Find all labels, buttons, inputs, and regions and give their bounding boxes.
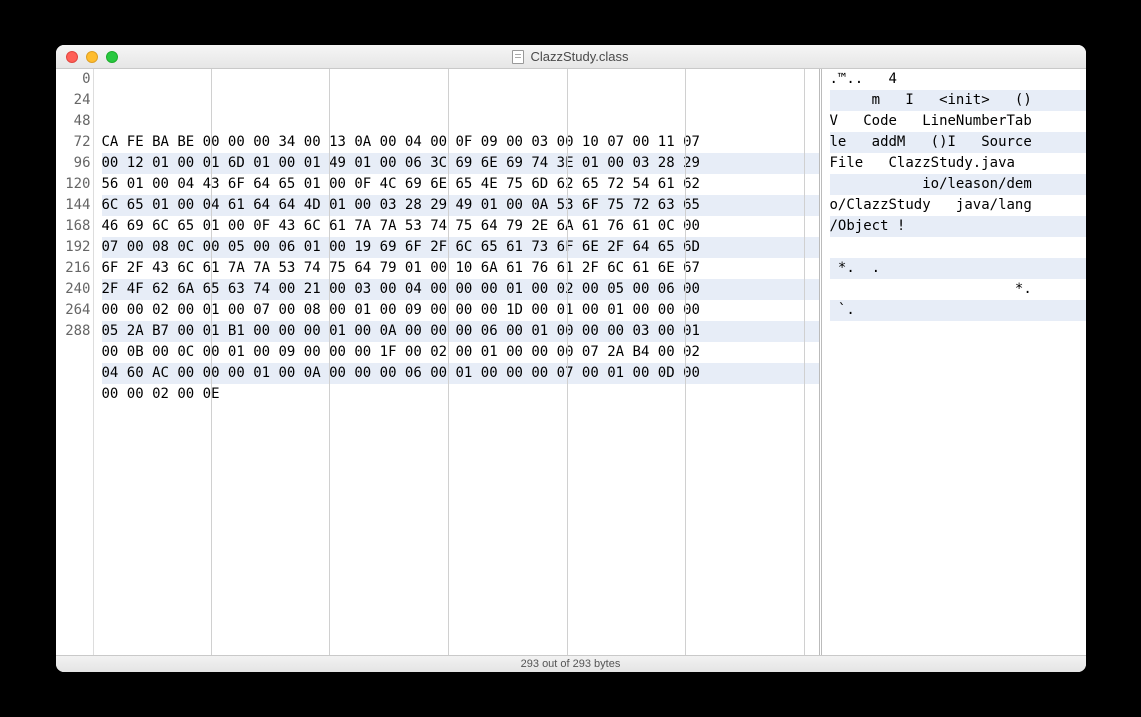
status-bar: 293 out of 293 bytes xyxy=(56,655,1086,672)
offset-column: 024487296120144168192216240264288 xyxy=(56,69,94,655)
hex-row[interactable]: 6C 65 01 00 04 61 64 64 4D 01 00 03 28 2… xyxy=(102,195,819,216)
hex-row[interactable]: 00 00 02 00 0E xyxy=(102,384,819,405)
offset-cell: 0 xyxy=(56,69,93,90)
status-text: 293 out of 293 bytes xyxy=(521,658,621,670)
ascii-column[interactable]: .™.. 4 m I <init> ()V Code LineNumberTab… xyxy=(819,69,1086,655)
offset-cell: 24 xyxy=(56,90,93,111)
document-icon xyxy=(512,50,524,64)
offset-cell: 288 xyxy=(56,321,93,342)
hex-row[interactable]: 00 00 02 00 01 00 07 00 08 00 01 00 09 0… xyxy=(102,300,819,321)
minimize-icon[interactable] xyxy=(86,51,98,63)
window-title: ClazzStudy.class xyxy=(56,49,1086,64)
hex-viewer[interactable]: 024487296120144168192216240264288 CA FE … xyxy=(56,69,1086,655)
hex-editor-window: ClazzStudy.class 02448729612014416819221… xyxy=(56,45,1086,672)
offset-cell: 96 xyxy=(56,153,93,174)
titlebar[interactable]: ClazzStudy.class xyxy=(56,45,1086,69)
offset-cell: 168 xyxy=(56,216,93,237)
ascii-row[interactable]: File ClazzStudy.java xyxy=(830,153,1086,174)
offset-cell: 72 xyxy=(56,132,93,153)
offset-cell: 216 xyxy=(56,258,93,279)
hex-row[interactable]: 00 0B 00 0C 00 01 00 09 00 00 00 1F 00 0… xyxy=(102,342,819,363)
offset-cell: 48 xyxy=(56,111,93,132)
ascii-row[interactable]: io/leason/dem xyxy=(830,174,1086,195)
ascii-row[interactable]: V Code LineNumberTab xyxy=(830,111,1086,132)
offset-cell: 240 xyxy=(56,279,93,300)
offset-cell: 120 xyxy=(56,174,93,195)
ascii-row[interactable]: `. xyxy=(830,300,1086,321)
hex-row[interactable]: 04 60 AC 00 00 00 01 00 0A 00 00 00 06 0… xyxy=(102,363,819,384)
ascii-row[interactable]: *. xyxy=(830,279,1086,300)
ascii-row[interactable]: le addM ()I Source xyxy=(830,132,1086,153)
hex-row[interactable]: 07 00 08 0C 00 05 00 06 01 00 19 69 6F 2… xyxy=(102,237,819,258)
ascii-row[interactable]: o/ClazzStudy java/lang xyxy=(830,195,1086,216)
hex-column[interactable]: CA FE BA BE 00 00 00 34 00 13 0A 00 04 0… xyxy=(94,69,819,655)
ascii-row[interactable]: /Object ! xyxy=(830,216,1086,237)
offset-cell: 192 xyxy=(56,237,93,258)
hex-row[interactable]: 05 2A B7 00 01 B1 00 00 00 01 00 0A 00 0… xyxy=(102,321,819,342)
hex-row[interactable]: 6F 2F 43 6C 61 7A 7A 53 74 75 64 79 01 0… xyxy=(102,258,819,279)
ascii-row[interactable]: .™.. 4 xyxy=(830,69,1086,90)
zoom-icon[interactable] xyxy=(106,51,118,63)
title-text: ClazzStudy.class xyxy=(530,49,628,64)
offset-cell: 144 xyxy=(56,195,93,216)
hex-row[interactable]: CA FE BA BE 00 00 00 34 00 13 0A 00 04 0… xyxy=(102,132,819,153)
ascii-row[interactable]: *. . xyxy=(830,258,1086,279)
window-controls xyxy=(56,51,118,63)
offset-cell: 264 xyxy=(56,300,93,321)
hex-row[interactable]: 46 69 6C 65 01 00 0F 43 6C 61 7A 7A 53 7… xyxy=(102,216,819,237)
close-icon[interactable] xyxy=(66,51,78,63)
hex-row[interactable]: 2F 4F 62 6A 65 63 74 00 21 00 03 00 04 0… xyxy=(102,279,819,300)
hex-row[interactable]: 56 01 00 04 43 6F 64 65 01 00 0F 4C 69 6… xyxy=(102,174,819,195)
ascii-row[interactable] xyxy=(830,237,1086,258)
hex-row[interactable]: 00 12 01 00 01 6D 01 00 01 49 01 00 06 3… xyxy=(102,153,819,174)
ascii-row[interactable] xyxy=(830,321,1086,342)
ascii-row[interactable]: m I <init> () xyxy=(830,90,1086,111)
